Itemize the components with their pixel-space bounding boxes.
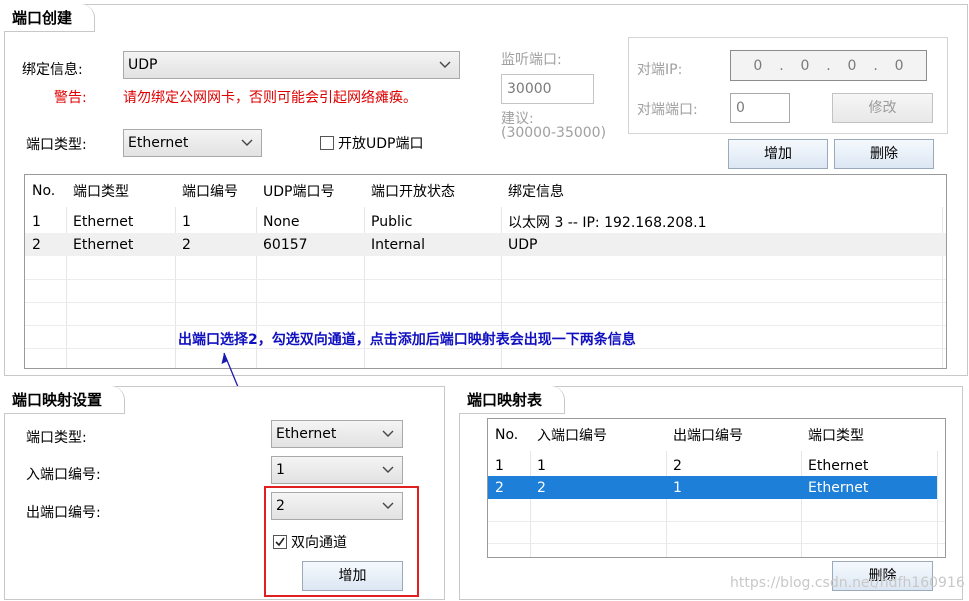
map-port-type-label: 端口类型: (26, 430, 87, 446)
chevron-down-icon (382, 430, 394, 437)
table-cell: 2 (495, 479, 504, 496)
table-cell: 1 (495, 457, 504, 474)
map-port-type-value: Ethernet (276, 426, 337, 442)
column-header[interactable]: 入端口编号 (530, 419, 666, 451)
mapping-table: No. 入端口编号 出端口编号 端口类型 1 1 2 Ethernet 2 2 … (487, 418, 946, 558)
mapping-table-header: No. 入端口编号 出端口编号 端口类型 (488, 419, 945, 451)
in-port-select[interactable]: 1 (271, 456, 403, 484)
column-header[interactable]: 出端口编号 (666, 419, 801, 451)
row-divider (488, 521, 945, 522)
table-cell: Ethernet (808, 479, 869, 496)
table-cell: 1 (537, 457, 546, 474)
column-header[interactable]: 端口类型 (801, 419, 937, 451)
map-port-type-select[interactable]: Ethernet (271, 420, 403, 448)
table-row-selected[interactable]: 2 2 1 Ethernet (488, 476, 937, 499)
watermark: https://blog.csdn.net/hdfh160916 (730, 575, 965, 591)
table-cell: Ethernet (808, 457, 869, 474)
table-cell: 1 (673, 479, 682, 496)
row-divider (488, 543, 945, 544)
table-cell: 2 (537, 479, 546, 496)
table-cell: 2 (673, 457, 682, 474)
column-header[interactable]: No. (488, 419, 530, 451)
out-port-label: 出端口编号: (26, 505, 101, 521)
map-table-title: 端口映射表 (459, 386, 566, 414)
in-port-label: 入端口编号: (26, 467, 101, 483)
in-port-value: 1 (276, 462, 285, 478)
chevron-down-icon (382, 466, 394, 473)
table-row[interactable]: 1 1 2 Ethernet (488, 454, 945, 477)
highlight-box (264, 486, 419, 597)
map-settings-title: 端口映射设置 (4, 386, 126, 414)
